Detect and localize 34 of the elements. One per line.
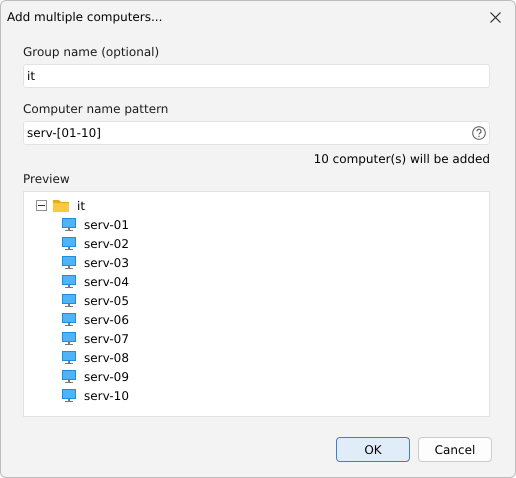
dialog-button[interactable]: Cancel	[418, 437, 492, 462]
count-text: 10 computer(s) will be added	[314, 152, 490, 166]
close-icon[interactable]	[490, 12, 501, 22]
tree-item[interactable]: it	[77, 198, 86, 212]
monitor-icon	[62, 389, 76, 402]
tree-item[interactable]: serv-02	[84, 236, 129, 250]
tree-item[interactable]: serv-06	[84, 312, 129, 326]
monitor-icon	[62, 332, 76, 345]
monitor-icon	[62, 313, 76, 326]
group-name-field[interactable]: it	[23, 64, 490, 88]
collapse-toggle[interactable]	[36, 200, 47, 211]
tree-item[interactable]: serv-08	[84, 350, 129, 364]
monitor-icon	[62, 370, 76, 383]
tree-item[interactable]: serv-07	[84, 332, 129, 346]
dialog-button[interactable]: OK	[336, 437, 410, 462]
tree-item[interactable]: serv-04	[84, 274, 129, 288]
window-title: Add multiple computers...	[7, 10, 162, 24]
field-label: Group name (optional)	[23, 45, 160, 59]
tree-item[interactable]: serv-10	[84, 388, 129, 402]
help-icon[interactable]	[472, 126, 486, 140]
folder-icon	[53, 199, 69, 212]
monitor-icon	[62, 294, 76, 307]
tree-item[interactable]: serv-01	[84, 218, 129, 232]
monitor-icon	[62, 256, 76, 269]
tree-item[interactable]: serv-09	[84, 370, 129, 384]
monitor-icon	[62, 275, 76, 288]
monitor-icon	[62, 218, 76, 231]
tree-item[interactable]: serv-03	[84, 256, 129, 270]
monitor-icon	[62, 237, 76, 250]
field-label: Computer name pattern	[23, 102, 170, 116]
preview-label: Preview	[23, 172, 71, 186]
pattern-field[interactable]: serv-[01-10]	[23, 121, 490, 145]
tree-item[interactable]: serv-05	[84, 294, 129, 308]
monitor-icon	[62, 351, 76, 364]
